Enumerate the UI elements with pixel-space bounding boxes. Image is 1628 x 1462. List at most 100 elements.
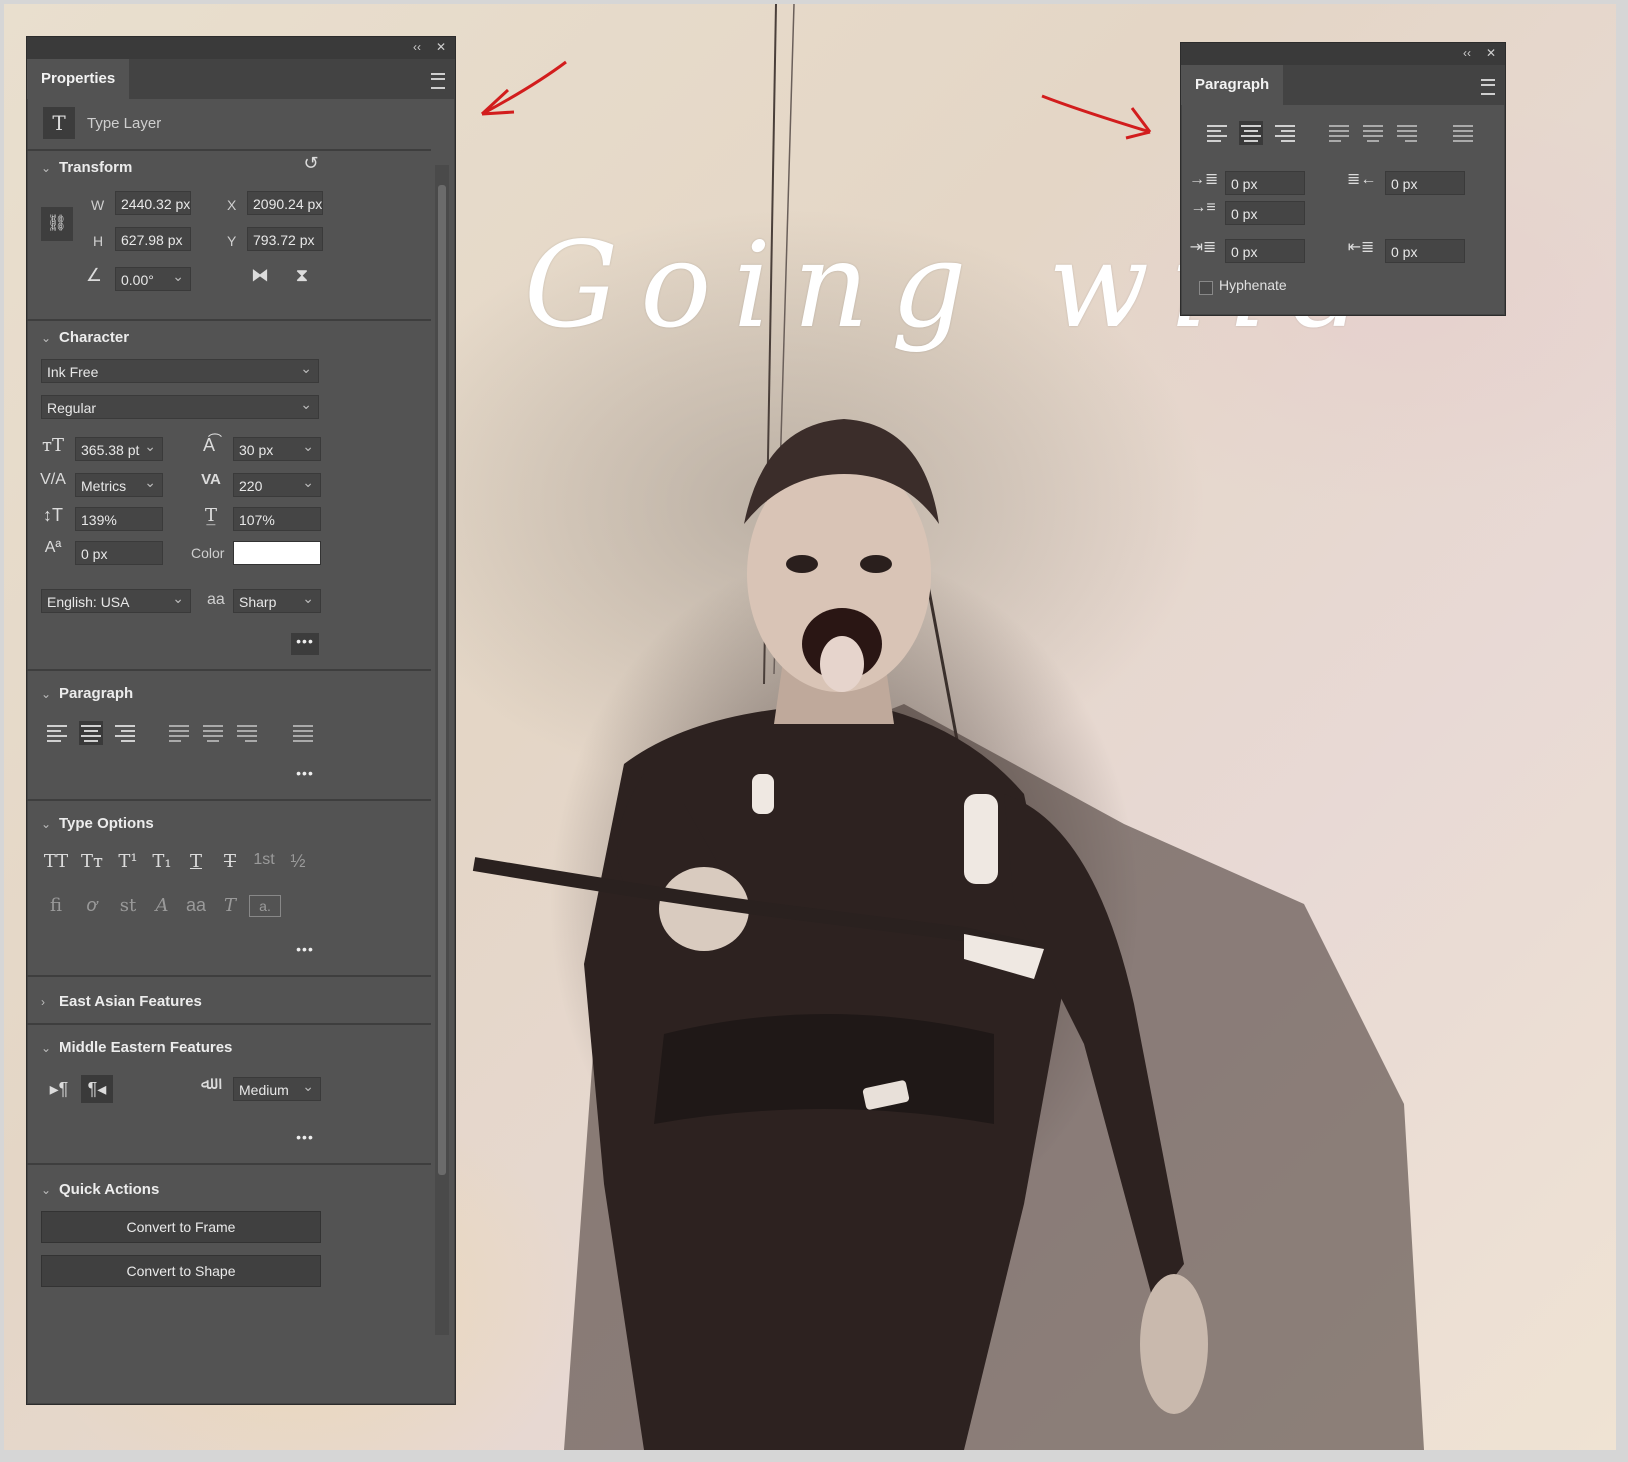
align-right-icon[interactable] [113, 721, 137, 745]
convert-to-shape-button[interactable]: Convert to Shape [41, 1255, 321, 1287]
paragraph-panel: ‹‹ ✕ Paragraph →≣ 0 px ≣← 0 px →≡ 0 px ⇥… [1180, 42, 1506, 316]
section-paragraph[interactable]: ⌄ Paragraph [41, 685, 133, 702]
space-after-field[interactable]: 0 px [1385, 239, 1465, 263]
all-caps-icon[interactable]: TT [41, 851, 71, 872]
section-transform[interactable]: ⌄ Transform [41, 159, 132, 176]
scrollbar-thumb[interactable] [438, 185, 446, 1175]
section-paragraph-label: Paragraph [59, 685, 134, 702]
indent-right-field[interactable]: 0 px [1385, 171, 1465, 195]
x-label: X [227, 197, 237, 213]
stylistic-alternates-icon[interactable]: aa [181, 895, 211, 916]
small-caps-icon[interactable]: Tт [77, 851, 107, 872]
link-icon[interactable]: ⛓ [41, 207, 73, 241]
hyphenate-checkbox[interactable] [1199, 281, 1213, 295]
angle-field[interactable]: 0.00° [115, 267, 191, 291]
leading-field[interactable]: 30 px [233, 437, 321, 461]
text-color-swatch[interactable] [233, 541, 321, 565]
font-family-select[interactable]: Ink Free [41, 359, 319, 383]
subscript-icon[interactable]: T₁ [147, 851, 177, 872]
reset-icon[interactable]: ↺ [299, 153, 323, 174]
paragraph-more-button[interactable]: ••• [291, 765, 319, 787]
indent-first-line-field[interactable]: 0 px [1225, 201, 1305, 225]
close-icon[interactable]: ✕ [1483, 45, 1499, 61]
tab-properties[interactable]: Properties [27, 59, 130, 99]
language-select[interactable]: English: USA [41, 589, 191, 613]
indent-left-icon: →≣ [1189, 171, 1219, 188]
indent-first-line-icon: →≡ [1190, 199, 1216, 216]
ornaments-icon[interactable]: a. [249, 895, 281, 917]
ligatures-icon[interactable]: fi [41, 895, 71, 916]
justify-last-right-icon[interactable] [1395, 121, 1419, 145]
y-field[interactable]: 793.72 px [247, 227, 323, 251]
flip-horizontal-icon[interactable]: ⧓ [247, 265, 273, 286]
horizontal-scale-icon: T̲ [204, 505, 217, 526]
height-field[interactable]: 627.98 px [115, 227, 191, 251]
w-label: W [91, 197, 105, 213]
swash-icon[interactable]: A [147, 895, 177, 916]
chevron-right-icon: › [41, 995, 45, 1009]
discretionary-ligatures-icon[interactable]: st [113, 895, 143, 916]
collapse-icon[interactable]: ‹‹ [409, 39, 425, 55]
baseline-shift-field[interactable]: 0 px [75, 541, 163, 565]
divider [27, 319, 431, 321]
font-size-field[interactable]: 365.38 pt [75, 437, 163, 461]
kerning-icon: V/A [40, 471, 66, 488]
ordinals-icon[interactable]: 1st [249, 851, 279, 869]
properties-scrollbar[interactable] [435, 165, 449, 1335]
justify-last-center-icon[interactable] [1361, 121, 1385, 145]
paragraph-tab-row: Paragraph [1181, 65, 1505, 105]
tab-paragraph[interactable]: Paragraph [1181, 65, 1284, 105]
panel-menu-icon[interactable] [431, 73, 445, 89]
x-field[interactable]: 2090.24 px [247, 191, 323, 215]
strikethrough-icon[interactable]: T [215, 851, 245, 872]
align-center-icon[interactable] [1239, 121, 1263, 145]
align-left-icon[interactable] [1205, 121, 1229, 145]
justify-last-center-icon[interactable] [201, 721, 225, 745]
justify-last-left-icon[interactable] [167, 721, 191, 745]
horizontal-scale-field[interactable]: 107% [233, 507, 321, 531]
align-left-icon[interactable] [45, 721, 69, 745]
kerning-field[interactable]: Metrics [75, 473, 163, 497]
font-style-select[interactable]: Regular [41, 395, 319, 419]
properties-tab-row: Properties [27, 59, 455, 99]
contextual-alternates-icon[interactable]: ơ [77, 895, 107, 916]
baseline-shift-icon: Aª [44, 539, 62, 556]
chevron-down-icon: ⌄ [41, 331, 52, 345]
section-middle-eastern[interactable]: ⌄ Middle Eastern Features [41, 1039, 232, 1056]
divider [27, 799, 431, 801]
justify-all-icon[interactable] [291, 721, 315, 745]
indent-left-field[interactable]: 0 px [1225, 171, 1305, 195]
align-right-icon[interactable] [1273, 121, 1297, 145]
section-quick-actions[interactable]: ⌄ Quick Actions [41, 1181, 159, 1198]
divider [27, 1023, 431, 1025]
width-field[interactable]: 2440.32 px [115, 191, 191, 215]
tracking-field[interactable]: 220 [233, 473, 321, 497]
section-type-options[interactable]: ⌄ Type Options [41, 815, 154, 832]
flip-vertical-icon[interactable]: ⧗ [289, 265, 315, 286]
justify-last-right-icon[interactable] [235, 721, 259, 745]
panel-menu-icon[interactable] [1481, 79, 1495, 95]
justify-all-icon[interactable] [1451, 121, 1475, 145]
chevron-down-icon: ⌄ [41, 817, 52, 831]
color-label: Color [191, 545, 225, 561]
fractions-icon[interactable]: ½ [283, 851, 313, 872]
collapse-icon[interactable]: ‹‹ [1459, 45, 1475, 61]
section-character[interactable]: ⌄ Character [41, 329, 129, 346]
antialias-select[interactable]: Sharp [233, 589, 321, 613]
justify-select[interactable]: Medium [233, 1077, 321, 1101]
superscript-icon[interactable]: T¹ [113, 851, 143, 872]
section-east-asian[interactable]: › East Asian Features [41, 993, 202, 1010]
align-center-icon[interactable] [79, 721, 103, 745]
left-to-right-icon[interactable]: ▸¶ [45, 1075, 73, 1103]
right-to-left-icon[interactable]: ¶◂ [81, 1075, 113, 1103]
character-more-button[interactable]: ••• [291, 633, 319, 655]
titling-alternates-icon[interactable]: T [215, 895, 245, 916]
space-before-field[interactable]: 0 px [1225, 239, 1305, 263]
type-options-more-button[interactable]: ••• [291, 941, 319, 963]
vertical-scale-field[interactable]: 139% [75, 507, 163, 531]
justify-last-left-icon[interactable] [1327, 121, 1351, 145]
middle-eastern-more-button[interactable]: ••• [291, 1129, 319, 1151]
close-icon[interactable]: ✕ [433, 39, 449, 55]
underline-icon[interactable]: T [181, 851, 211, 872]
convert-to-frame-button[interactable]: Convert to Frame [41, 1211, 321, 1243]
